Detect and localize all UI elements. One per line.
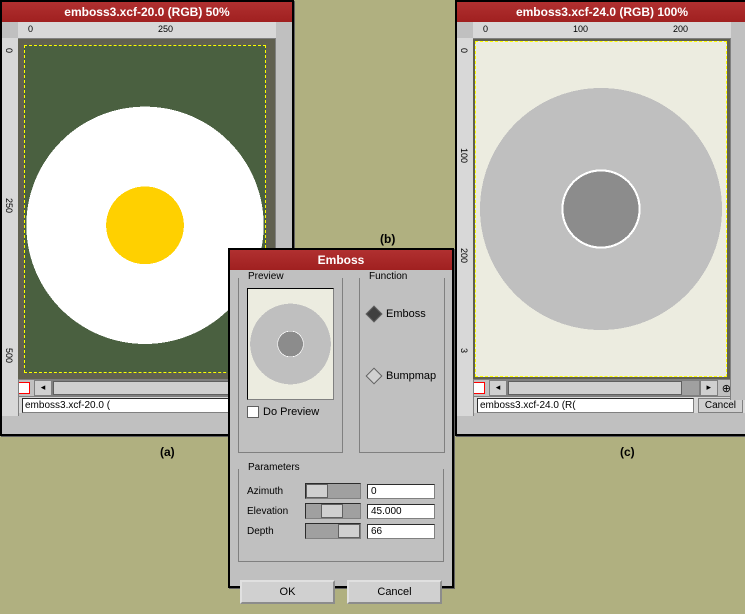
radio-icon xyxy=(366,306,383,323)
elevation-value[interactable]: 45.000 xyxy=(367,504,435,519)
scrollbar-vertical[interactable] xyxy=(730,38,745,400)
radio-icon xyxy=(366,368,383,385)
canvas-area-c[interactable] xyxy=(473,39,731,379)
status-bar-c: Cancel xyxy=(457,396,745,413)
caption-b: (b) xyxy=(380,232,395,246)
image-c xyxy=(475,41,727,377)
ok-button[interactable]: OK xyxy=(240,580,335,604)
preview-group-label: Preview xyxy=(245,271,287,282)
scroll-left-button[interactable]: ◂ xyxy=(34,380,52,396)
caption-c: (c) xyxy=(620,445,635,459)
ruler-vertical: 0 100 200 3 xyxy=(457,38,474,416)
preview-group: Preview Do Preview xyxy=(238,278,343,453)
ruler-vertical: 0 250 500 xyxy=(2,38,19,416)
title-a: emboss3.xcf-20.0 (RGB) 50% xyxy=(2,2,292,22)
parameters-group: Parameters Azimuth 0 Elevation 45.000 De… xyxy=(238,469,444,562)
radio-bumpmap-label: Bumpmap xyxy=(386,370,436,382)
ruler-horizontal: 0 100 200 xyxy=(473,22,731,39)
ruler-horizontal: 0 250 xyxy=(18,22,276,39)
function-group: Function Emboss Bumpmap xyxy=(359,278,445,453)
image-window-c: emboss3.xcf-24.0 (RGB) 100% 0 100 200 0 … xyxy=(455,0,745,436)
elevation-label: Elevation xyxy=(247,506,299,517)
depth-slider[interactable] xyxy=(305,523,361,539)
radio-emboss[interactable]: Emboss xyxy=(368,308,436,320)
cancel-button[interactable]: Cancel xyxy=(347,580,442,604)
scrollbar-horizontal[interactable]: ◂ ▸ ⊕ xyxy=(473,379,731,396)
scroll-left-button[interactable]: ◂ xyxy=(489,380,507,396)
do-preview-checkbox[interactable]: Do Preview xyxy=(247,406,334,418)
azimuth-slider[interactable] xyxy=(305,483,361,499)
radio-bumpmap[interactable]: Bumpmap xyxy=(368,370,436,382)
emboss-dialog: Emboss Preview Do Preview Function Embos… xyxy=(228,248,454,588)
parameters-group-label: Parameters xyxy=(245,462,303,473)
scroll-right-button[interactable]: ▸ xyxy=(700,380,718,396)
nav-indicator-icon xyxy=(473,382,485,394)
status-input-a[interactable] xyxy=(22,398,239,413)
checkbox-icon xyxy=(247,406,259,418)
function-group-label: Function xyxy=(366,271,410,282)
radio-emboss-label: Emboss xyxy=(386,308,426,320)
caption-a: (a) xyxy=(160,445,175,459)
depth-label: Depth xyxy=(247,526,299,537)
status-input-c[interactable] xyxy=(477,398,694,413)
preview-image xyxy=(247,288,334,400)
do-preview-label: Do Preview xyxy=(263,406,319,418)
dialog-title: Emboss xyxy=(230,250,452,270)
azimuth-label: Azimuth xyxy=(247,486,299,497)
title-c: emboss3.xcf-24.0 (RGB) 100% xyxy=(457,2,745,22)
nav-indicator-icon xyxy=(18,382,30,394)
azimuth-value[interactable]: 0 xyxy=(367,484,435,499)
depth-value[interactable]: 66 xyxy=(367,524,435,539)
elevation-slider[interactable] xyxy=(305,503,361,519)
